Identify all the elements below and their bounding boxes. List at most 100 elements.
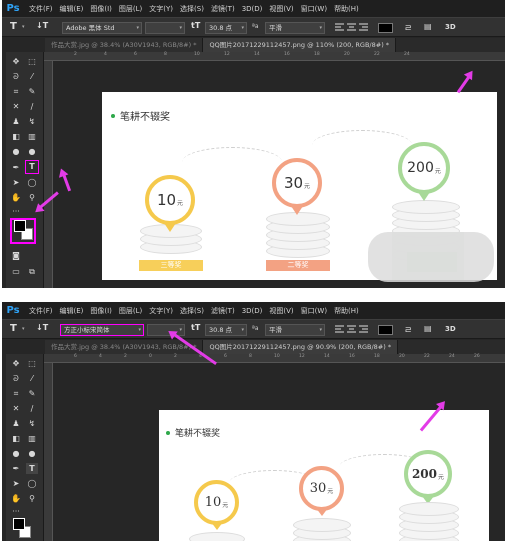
- menu-filter[interactable]: 滤镜(T): [211, 306, 235, 316]
- menu-window[interactable]: 窗口(W): [301, 4, 327, 14]
- blur-tool-icon[interactable]: ●: [10, 448, 22, 459]
- screen-mode-icon[interactable]: ▭: [10, 266, 22, 277]
- menu-window[interactable]: 窗口(W): [301, 306, 327, 316]
- character-panel-icon[interactable]: ▤: [424, 324, 432, 333]
- move-tool-icon[interactable]: ✥: [10, 56, 22, 67]
- stamp-tool-icon[interactable]: ♟: [10, 116, 22, 127]
- menu-edit[interactable]: 编辑(E): [60, 4, 84, 14]
- foreground-color-swatch-front[interactable]: [14, 220, 26, 232]
- quick-select-icon[interactable]: ⁄: [26, 71, 38, 82]
- orientation-toggle-icon[interactable]: ↓T: [36, 21, 48, 30]
- warp-text-icon[interactable]: ㄹ: [404, 323, 412, 336]
- brush-tool-icon[interactable]: ∕: [26, 101, 38, 112]
- align-right-icon[interactable]: [359, 325, 368, 335]
- zoom-tool-icon[interactable]: ⚲: [26, 493, 38, 504]
- more-tools-icon[interactable]: ···: [10, 506, 22, 517]
- align-left-icon[interactable]: [335, 23, 344, 33]
- tab-qq-png[interactable]: QQ图片20171229112457.png @ 90.9% (200, RGB…: [203, 340, 399, 354]
- tab-qq-png[interactable]: QQ图片20171229112457.png @ 110% (200, RGB/…: [203, 38, 397, 52]
- pen-tool-icon[interactable]: ✒: [10, 463, 22, 474]
- hand-tool-icon[interactable]: ✋: [10, 493, 22, 504]
- type-tool-icon[interactable]: T: [25, 160, 39, 174]
- gradient-tool-icon[interactable]: ▥: [26, 433, 38, 444]
- chevron-down-icon[interactable]: ▾: [22, 24, 25, 30]
- align-left-icon[interactable]: [335, 325, 344, 335]
- menu-3d[interactable]: 3D(D): [242, 307, 263, 315]
- tab-works-jpg[interactable]: 作品大赏.jpg @ 38.4% (A30V1943, RGB/8#) *: [45, 38, 204, 52]
- menu-type[interactable]: 文字(Y): [149, 306, 173, 316]
- font-size-select[interactable]: 30.8 点 ▾: [205, 324, 247, 336]
- text-color-swatch[interactable]: [378, 23, 393, 33]
- crop-tool-icon[interactable]: ⌗: [10, 86, 22, 97]
- path-select-icon[interactable]: ➤: [10, 478, 22, 489]
- eraser-tool-icon[interactable]: ◧: [10, 131, 22, 142]
- type-tool-icon[interactable]: T: [10, 323, 17, 334]
- marquee-tool-icon[interactable]: ⬚: [26, 358, 38, 369]
- menu-3d[interactable]: 3D(D): [242, 5, 263, 13]
- menu-view[interactable]: 视图(V): [269, 4, 293, 14]
- artboard-icon[interactable]: ⧉: [26, 266, 38, 277]
- crop-tool-icon[interactable]: ⌗: [10, 388, 22, 399]
- text-color-swatch[interactable]: [378, 325, 393, 335]
- pen-tool-icon[interactable]: ✒: [10, 162, 22, 173]
- align-center-icon[interactable]: [347, 23, 356, 33]
- quick-select-icon[interactable]: ⁄: [26, 373, 38, 384]
- orientation-toggle-icon[interactable]: ↓T: [36, 323, 48, 332]
- stamp-tool-icon[interactable]: ♟: [10, 418, 22, 429]
- marquee-tool-icon[interactable]: ⬚: [26, 56, 38, 67]
- foreground-color-swatch[interactable]: [13, 518, 25, 530]
- 3d-button[interactable]: 3D: [445, 325, 456, 333]
- menu-layer[interactable]: 图层(L): [119, 4, 142, 14]
- font-style-select[interactable]: ▾: [145, 22, 185, 34]
- healing-tool-icon[interactable]: ✕: [10, 403, 22, 414]
- quick-mask-icon[interactable]: ◙: [10, 250, 22, 261]
- menu-file[interactable]: 文件(F): [29, 4, 53, 14]
- antialias-select[interactable]: 平滑 ▾: [265, 324, 325, 336]
- chevron-down-icon[interactable]: ▾: [22, 326, 25, 332]
- menu-file[interactable]: 文件(F): [29, 306, 53, 316]
- tab-works-jpg[interactable]: 作品大赏.jpg @ 38.4% (A30V1943, RGB/8#) *: [45, 340, 204, 354]
- ellipse-tool-icon[interactable]: ◯: [26, 177, 38, 188]
- menu-select[interactable]: 选择(S): [180, 4, 204, 14]
- eraser-tool-icon[interactable]: ◧: [10, 433, 22, 444]
- path-select-icon[interactable]: ➤: [10, 177, 22, 188]
- 3d-button[interactable]: 3D: [445, 23, 456, 31]
- zoom-tool-icon[interactable]: ⚲: [26, 192, 38, 203]
- antialias-select[interactable]: 平滑 ▾: [265, 22, 325, 34]
- history-brush-icon[interactable]: ↯: [26, 418, 38, 429]
- font-family-select[interactable]: 方正小标宋简体 ▾: [60, 324, 144, 336]
- menu-filter[interactable]: 滤镜(T): [211, 4, 235, 14]
- eyedropper-tool-icon[interactable]: ✎: [26, 388, 38, 399]
- move-tool-icon[interactable]: ✥: [10, 358, 22, 369]
- align-right-icon[interactable]: [359, 23, 368, 33]
- brush-tool-icon[interactable]: ∕: [26, 403, 38, 414]
- character-panel-icon[interactable]: ▤: [424, 22, 432, 31]
- lasso-tool-icon[interactable]: ᘐ: [10, 373, 22, 384]
- history-brush-icon[interactable]: ↯: [26, 116, 38, 127]
- menu-help[interactable]: 帮助(H): [334, 306, 359, 316]
- document-canvas[interactable]: 笔耕不辍奖 10 元 30 元 200 元: [159, 410, 489, 541]
- eyedropper-tool-icon[interactable]: ✎: [26, 86, 38, 97]
- healing-tool-icon[interactable]: ✕: [10, 101, 22, 112]
- menu-image[interactable]: 图像(I): [90, 4, 112, 14]
- font-family-select[interactable]: Adobe 黑体 Std ▾: [62, 22, 142, 34]
- blur-tool-icon[interactable]: ●: [10, 146, 22, 157]
- hand-tool-icon[interactable]: ✋: [10, 192, 22, 203]
- gradient-tool-icon[interactable]: ▥: [26, 131, 38, 142]
- font-size-select[interactable]: 30.8 点 ▾: [205, 22, 247, 34]
- lasso-tool-icon[interactable]: ᘐ: [10, 71, 22, 82]
- dodge-tool-icon[interactable]: ●: [26, 146, 38, 157]
- menu-select[interactable]: 选择(S): [180, 306, 204, 316]
- more-tools-icon[interactable]: ···: [10, 206, 22, 217]
- menu-edit[interactable]: 编辑(E): [60, 306, 84, 316]
- warp-text-icon[interactable]: ㄹ: [404, 21, 412, 34]
- menu-image[interactable]: 图像(I): [90, 306, 112, 316]
- type-tool-icon[interactable]: T: [10, 21, 17, 32]
- type-tool-icon[interactable]: T: [26, 463, 38, 474]
- ellipse-tool-icon[interactable]: ◯: [26, 478, 38, 489]
- dodge-tool-icon[interactable]: ●: [26, 448, 38, 459]
- align-center-icon[interactable]: [347, 325, 356, 335]
- menu-layer[interactable]: 图层(L): [119, 306, 142, 316]
- menu-help[interactable]: 帮助(H): [334, 4, 359, 14]
- menu-view[interactable]: 视图(V): [269, 306, 293, 316]
